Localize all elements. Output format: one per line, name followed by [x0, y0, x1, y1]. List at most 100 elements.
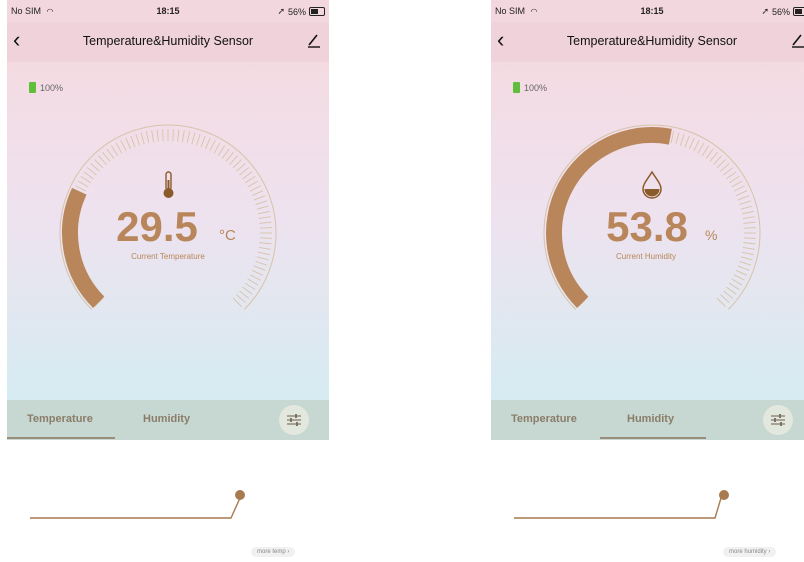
gauge-tick [739, 200, 752, 205]
page-title: Temperature&Humidity Sensor [82, 34, 254, 48]
gauge-tick [720, 294, 730, 303]
gauge-tick [242, 286, 253, 295]
gauge-tick [731, 278, 743, 286]
gauge-tick [200, 135, 206, 148]
gauge-tick [716, 297, 726, 307]
edit-pencil-icon[interactable] [307, 32, 321, 48]
gauge-tick [743, 227, 756, 229]
edit-pencil-icon[interactable] [791, 32, 804, 48]
gauge-tick [258, 246, 271, 250]
gauge-tick [253, 265, 266, 271]
gauge-tick [98, 155, 107, 165]
gauge-tick [232, 297, 242, 307]
tab-humidity[interactable]: Humidity [627, 413, 674, 425]
gauge-tick [181, 130, 185, 143]
gauge-tick [177, 129, 180, 142]
thermometer-icon [163, 171, 174, 198]
gauge-tick [239, 290, 250, 299]
gauge-tick [196, 133, 201, 146]
gauge-tick [720, 163, 730, 172]
gauge-tick [693, 140, 700, 152]
more-humidity-button[interactable]: more humidity › [723, 547, 777, 557]
gauge-tick [709, 151, 718, 162]
gauge-tick [741, 210, 754, 215]
gauge-tick [236, 163, 246, 172]
tab-temperature[interactable]: Temperature [511, 413, 577, 425]
more-temp-button[interactable]: more temp › [251, 547, 296, 557]
gauge-tick [737, 265, 750, 271]
gauge-tick [115, 142, 123, 154]
gauge-tick [684, 135, 690, 148]
gauge-tick [209, 140, 216, 152]
gauge-tick [205, 137, 211, 150]
gauge-tick [251, 270, 264, 276]
tab-bar: Temperature Humidity [7, 400, 329, 440]
active-tab-indicator [7, 437, 115, 439]
gauge-tick [743, 221, 756, 224]
tab-humidity[interactable]: Humidity [143, 413, 190, 425]
gauge-tick [213, 142, 221, 154]
gauge-tick [735, 270, 748, 276]
gauge-tick [689, 137, 695, 150]
gauge-tick [247, 278, 259, 286]
temperature-gauge: 29.5 °C Current Temperature [59, 124, 277, 310]
gauge-tick [135, 133, 140, 146]
gauge-tick [232, 159, 242, 169]
gauge-tick [726, 286, 737, 295]
battery-icon [793, 7, 804, 16]
gauge-tick [186, 131, 191, 144]
nav-bar: ‹ Temperature&Humidity Sensor [491, 22, 804, 62]
history-line-chart [514, 490, 729, 519]
status-battery-text: 56% [771, 6, 790, 17]
gauge-tick [110, 145, 119, 157]
gauge-tick [258, 216, 271, 220]
gauge-fill-arc [62, 187, 105, 308]
gauge-tick [251, 190, 264, 196]
gauge-tick [77, 180, 89, 188]
nav-bar: ‹ Temperature&Humidity Sensor [7, 22, 329, 62]
adjust-settings-icon [287, 414, 301, 426]
gauge-tick [90, 163, 100, 172]
gauge-tick [743, 242, 756, 245]
gauge-tick [221, 148, 230, 159]
gauge-tick [740, 256, 753, 261]
location-arrow-icon: ➚ [761, 6, 769, 16]
gauge-tick [705, 148, 714, 159]
gauge-tick [86, 167, 97, 176]
humidity-gauge: 53.8 % Current Humidity [543, 124, 761, 310]
gauge-tick [102, 151, 111, 162]
history-section: more temp › [7, 440, 329, 562]
humidity-unit: % [705, 227, 717, 243]
gauge-tick [140, 132, 145, 145]
gauge-tick [156, 129, 159, 142]
status-time: 18:15 [640, 6, 664, 16]
gauge-tick [256, 205, 269, 210]
droplet-icon [642, 170, 662, 199]
battery-icon [309, 7, 325, 16]
adjust-settings-button[interactable] [763, 405, 793, 435]
gauge-tick [247, 180, 259, 188]
gauge-tick [259, 237, 272, 239]
temperature-unit: °C [219, 227, 236, 244]
adjust-settings-button[interactable] [279, 405, 309, 435]
gauge-tick [120, 140, 127, 152]
gauge-tick [172, 129, 174, 142]
tab-temperature[interactable]: Temperature [27, 413, 93, 425]
gauge-tick [259, 221, 272, 224]
humidity-value: 53.8 [606, 203, 688, 250]
gauge-tick [244, 282, 256, 291]
gauge-tick [742, 216, 755, 220]
history-line-chart [30, 490, 245, 519]
status-bar: No SIM ◠ 18:15 ➚ 56% [7, 0, 329, 22]
gauge-tick [162, 129, 164, 142]
location-arrow-icon: ➚ [277, 6, 285, 16]
gauge-tick [257, 210, 270, 215]
gauge-tick [229, 155, 238, 165]
gauge-tick [740, 205, 753, 210]
status-bar: No SIM ◠ 18:15 ➚ 56% [491, 0, 804, 22]
temperature-caption: Current Temperature [131, 252, 205, 261]
gauge-tick [130, 135, 136, 148]
active-tab-indicator [600, 437, 706, 439]
status-battery: ➚ 56% [761, 6, 804, 17]
gauge-tick [236, 294, 246, 303]
